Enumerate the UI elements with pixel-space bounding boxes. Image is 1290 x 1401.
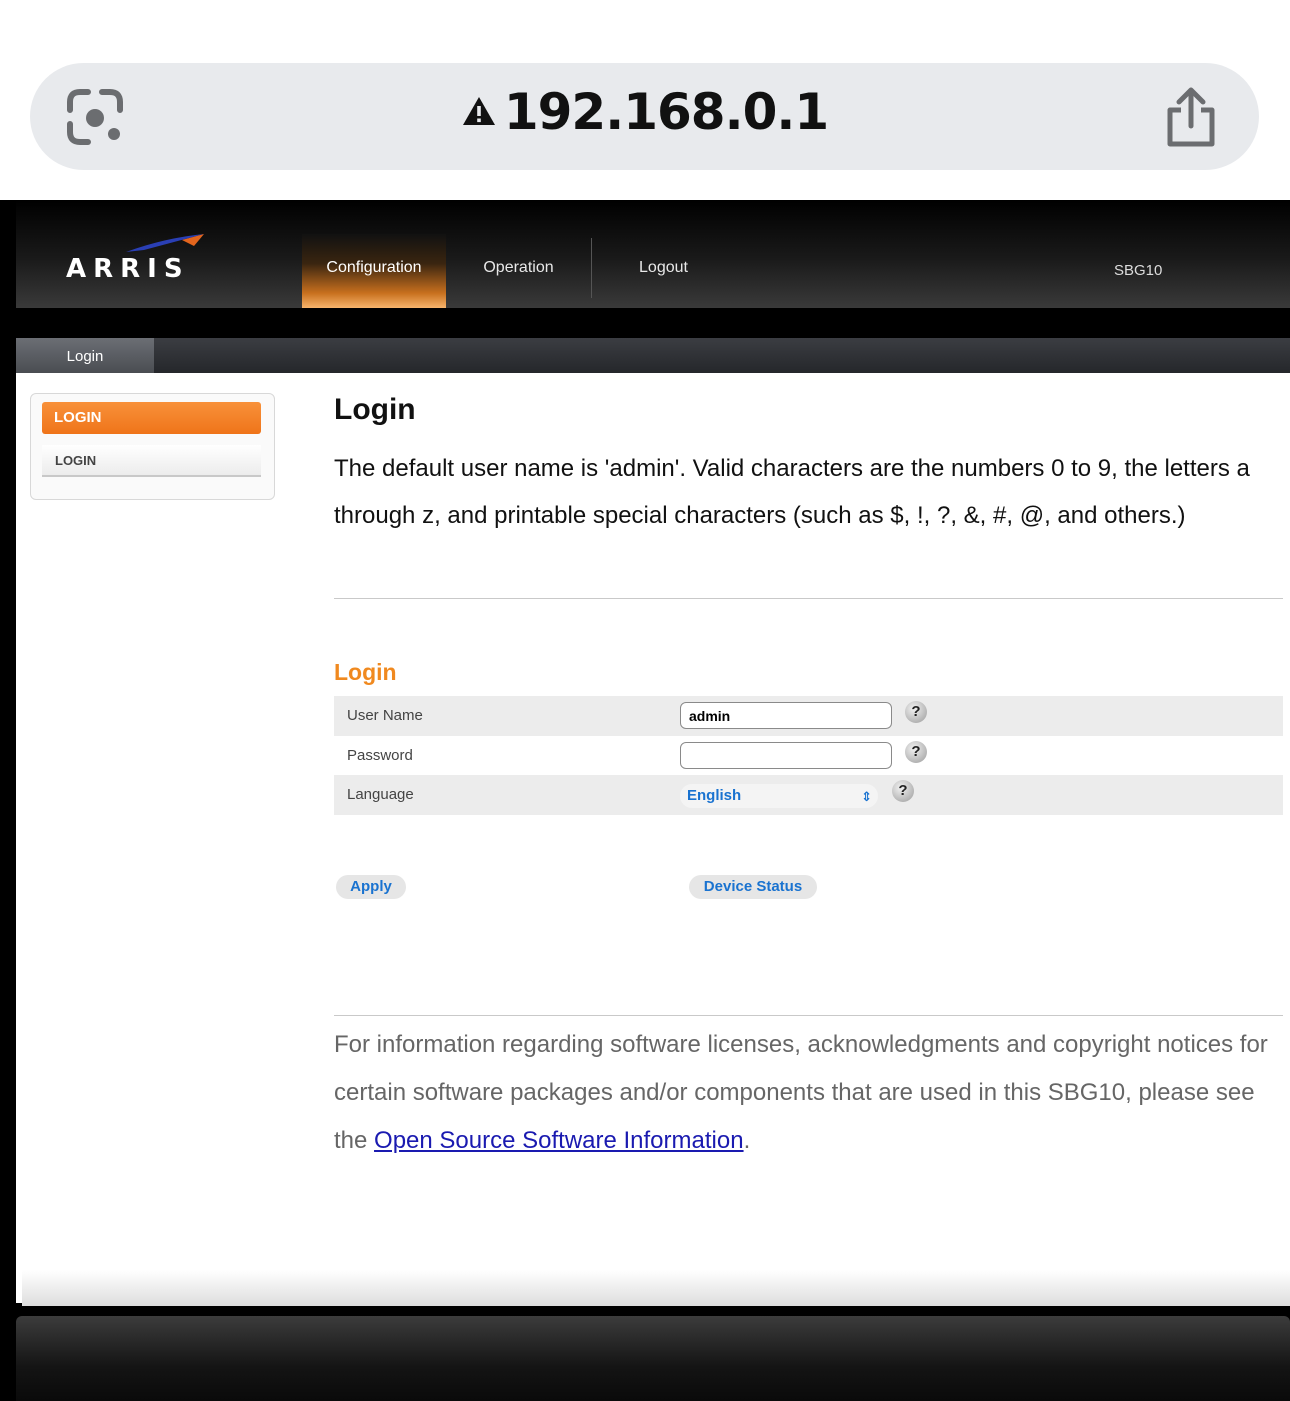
divider-bottom: [334, 1015, 1283, 1016]
form-row-language: Language English ⇕ ?: [334, 775, 1283, 815]
url-text: 192.168.0.1: [503, 83, 829, 141]
share-icon[interactable]: [1162, 86, 1220, 148]
password-label: Password: [347, 747, 413, 764]
sidebar-item-login[interactable]: LOGIN: [42, 445, 261, 477]
sub-navigation: Login: [16, 338, 1290, 373]
bottom-bar: [16, 1316, 1290, 1401]
form-row-username: User Name ?: [334, 696, 1283, 736]
logo-text: ARRIS: [66, 254, 190, 284]
url-display[interactable]: 192.168.0.1: [0, 83, 1290, 141]
language-label: Language: [347, 786, 414, 803]
nav-tab-operation[interactable]: Operation: [446, 234, 591, 308]
sidebar-header-login[interactable]: LOGIN: [42, 402, 261, 434]
router-admin-page: ARRIS Configuration Operation Logout SBG…: [0, 200, 1290, 1401]
section-title: Login: [334, 659, 397, 685]
form-row-password: Password ?: [334, 736, 1283, 776]
password-input[interactable]: [680, 742, 892, 769]
language-value: English: [687, 787, 742, 804]
top-header: ARRIS Configuration Operation Logout SBG…: [16, 200, 1290, 308]
username-input[interactable]: [680, 702, 892, 729]
logo-swoosh-icon: [126, 234, 204, 252]
arris-logo: ARRIS: [66, 230, 216, 286]
language-select[interactable]: English ⇕: [680, 784, 878, 808]
select-arrows-icon: ⇕: [861, 789, 872, 804]
page-description: The default user name is 'admin'. Valid …: [334, 455, 1250, 529]
nav-tab-logout[interactable]: Logout: [592, 234, 735, 308]
help-icon[interactable]: ?: [892, 780, 914, 802]
page-title: Login: [334, 393, 416, 426]
subnav-tab-login[interactable]: Login: [16, 338, 154, 373]
footer-text: For information regarding software licen…: [334, 1021, 1274, 1165]
help-icon[interactable]: ?: [905, 741, 927, 763]
footer-text-suffix: .: [743, 1127, 751, 1154]
open-source-link[interactable]: Open Source Software Information: [374, 1127, 744, 1154]
warning-icon: [462, 97, 495, 125]
help-icon[interactable]: ?: [905, 701, 927, 723]
apply-button[interactable]: Apply: [336, 875, 406, 899]
model-label: SBG10: [1114, 262, 1163, 279]
device-status-button[interactable]: Device Status: [689, 875, 817, 899]
sidebar: LOGIN LOGIN: [30, 393, 275, 500]
nav-tab-configuration[interactable]: Configuration: [302, 234, 446, 308]
divider-top: [334, 598, 1283, 599]
content-area: LOGIN LOGIN Login The default user name …: [16, 373, 1290, 1303]
browser-chrome: 192.168.0.1: [0, 0, 1290, 200]
content-bottom-edge: [22, 1270, 1290, 1306]
username-label: User Name: [347, 707, 423, 724]
